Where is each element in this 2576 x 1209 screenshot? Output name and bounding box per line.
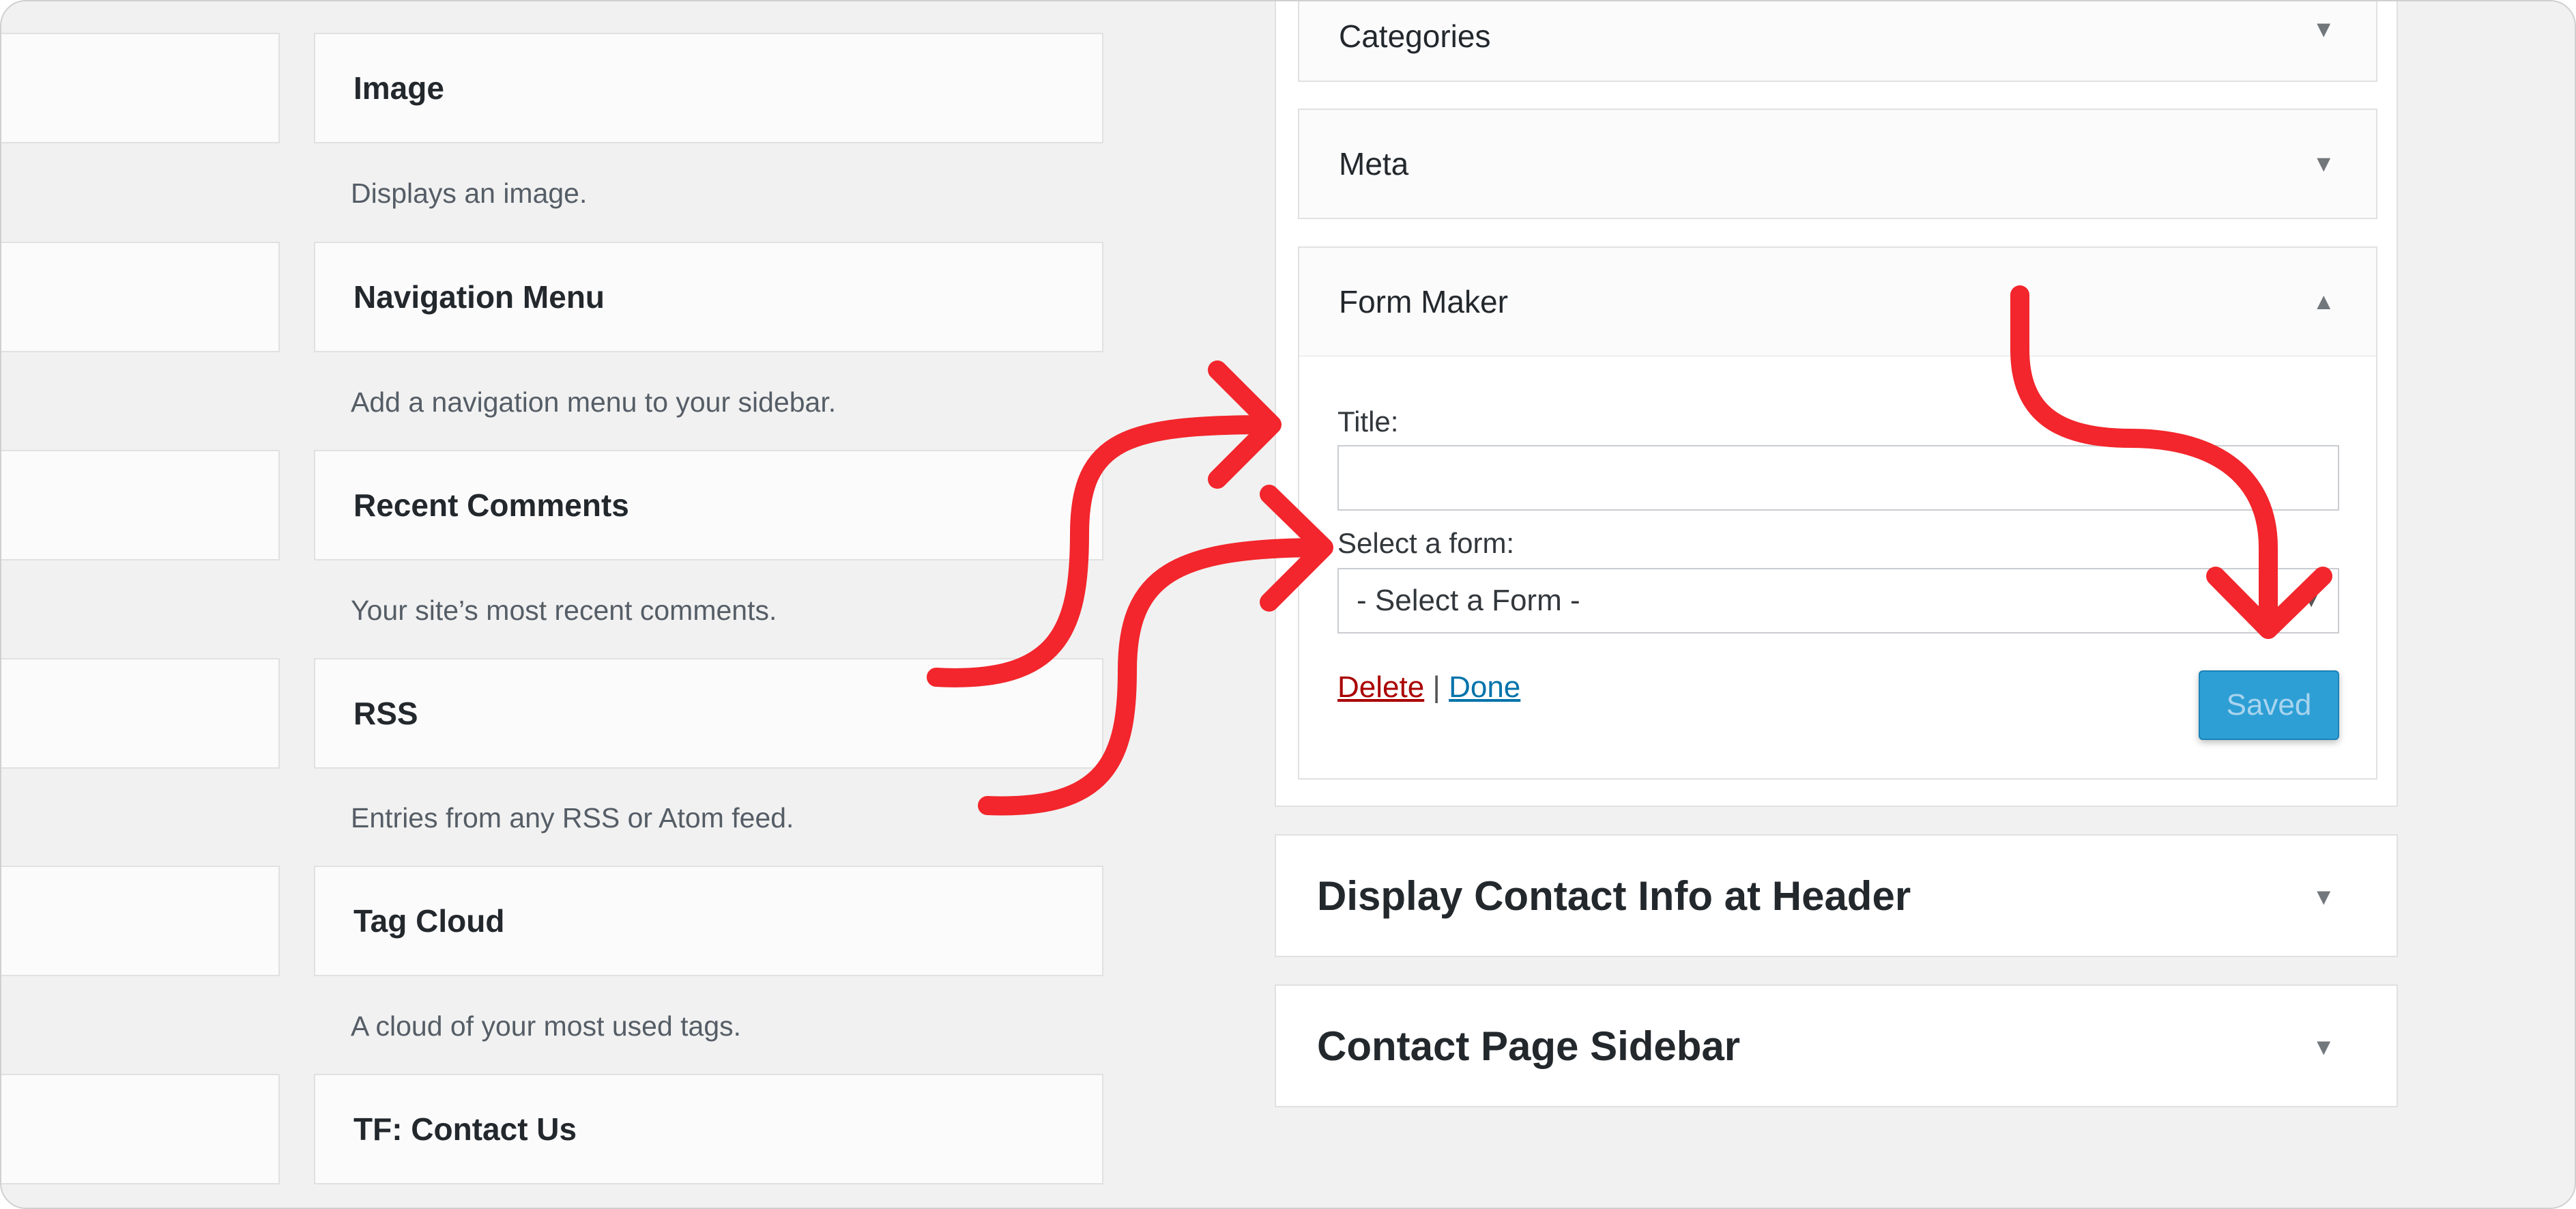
annotation-arrows: [927, 285, 2332, 816]
screenshot-frame: Image Displays an image. Navigation Menu…: [0, 0, 2576, 1209]
